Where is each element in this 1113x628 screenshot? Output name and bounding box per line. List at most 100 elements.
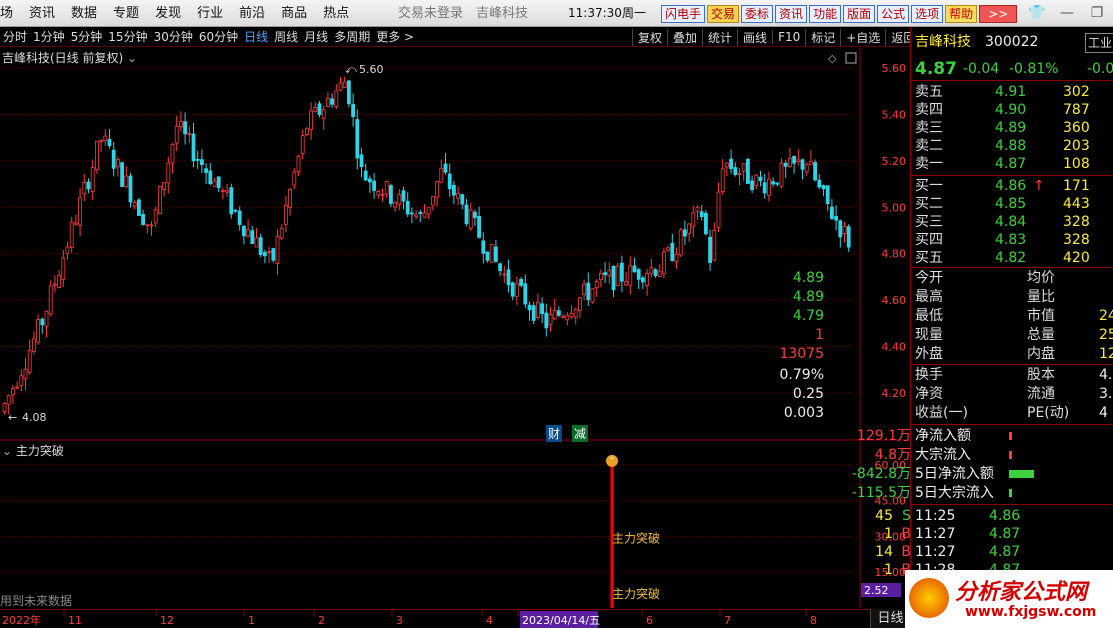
chevron-down-icon[interactable]: ⌄ — [2, 444, 12, 458]
candle — [603, 262, 607, 284]
candle — [346, 79, 351, 108]
quick-button-5[interactable]: 版面 — [843, 5, 876, 23]
date-label: 8 — [810, 614, 817, 627]
candle — [821, 184, 826, 197]
login-status[interactable]: 交易未登录 — [398, 0, 463, 27]
period-tab-1[interactable]: 1分钟 — [30, 28, 68, 45]
period-tab-9[interactable]: 多周期 — [331, 28, 373, 45]
quick-button-9[interactable]: >> — [979, 5, 1018, 23]
candle — [86, 178, 91, 194]
candle — [750, 175, 754, 194]
period-tab-7[interactable]: 周线 — [271, 28, 301, 45]
menu-item-0[interactable]: 场 — [0, 0, 21, 27]
tool-button-5[interactable]: 标记 — [805, 28, 840, 46]
candle-body — [36, 319, 40, 343]
candle — [846, 224, 851, 252]
period-tab-2[interactable]: 5分钟 — [68, 28, 106, 45]
candle-body — [53, 283, 57, 286]
candle — [10, 385, 15, 404]
candle — [502, 265, 507, 283]
indicator-value: 2.52 — [864, 584, 889, 597]
candle — [741, 163, 746, 181]
reduce-holding-tag[interactable]: 减 — [572, 425, 589, 442]
period-tab-6[interactable]: 日线 — [241, 28, 271, 45]
candle — [23, 358, 28, 391]
date-label: 12 — [160, 614, 174, 627]
candle — [57, 270, 61, 289]
candle-body — [720, 168, 725, 192]
candle — [729, 149, 733, 174]
candle — [153, 206, 158, 228]
tool-button-0[interactable]: 复权 — [632, 28, 667, 46]
period-tab-4[interactable]: 30分钟 — [151, 28, 196, 45]
quick-button-3[interactable]: 资讯 — [775, 5, 808, 23]
quick-button-4[interactable]: 功能 — [809, 5, 842, 23]
industry-tag[interactable]: 工业 — [1085, 33, 1113, 53]
period-tab-3[interactable]: 15分钟 — [105, 28, 150, 45]
candle-body — [771, 181, 775, 185]
menu-item-2[interactable]: 数据 — [63, 0, 105, 27]
candle — [384, 180, 389, 199]
stat-value: 4.79 — [792, 308, 824, 324]
tick-price: 4.87 — [989, 544, 1021, 560]
period-tab-8[interactable]: 月线 — [301, 28, 331, 45]
candle-body — [351, 103, 356, 117]
tool-button-6[interactable]: +自选 — [840, 28, 885, 46]
tool-button-2[interactable]: 统计 — [702, 28, 737, 46]
candle — [254, 228, 259, 248]
quick-button-2[interactable]: 委标 — [741, 5, 774, 23]
quick-button-0[interactable]: 闪电手 — [661, 5, 706, 23]
stat2-label: 换手 — [915, 367, 943, 383]
period-tab-5[interactable]: 60分钟 — [196, 28, 241, 45]
candle — [32, 331, 36, 355]
menu-item-7[interactable]: 商品 — [273, 0, 315, 27]
diamond-icon[interactable]: ◇ — [828, 52, 837, 65]
price-tick-label: 4.60 — [882, 294, 907, 307]
period-tab-0[interactable]: 分时 — [0, 28, 30, 45]
tool-button-3[interactable]: 画线 — [737, 28, 772, 46]
candle-body — [191, 133, 196, 162]
menu-item-1[interactable]: 资讯 — [21, 0, 63, 27]
restore-icon[interactable]: ❐ — [1086, 3, 1108, 23]
quick-button-6[interactable]: 公式 — [877, 5, 910, 23]
tool-button-1[interactable]: 叠加 — [667, 28, 702, 46]
candle-body — [367, 178, 372, 183]
stat2-label-2: 股本 — [1027, 367, 1055, 383]
candle-body — [157, 186, 162, 215]
quick-button-1[interactable]: 交易 — [707, 5, 740, 23]
quick-button-8[interactable]: 帮助 — [945, 5, 978, 23]
candle-body — [363, 170, 368, 181]
period-tab-10[interactable]: 更多 > — [373, 28, 417, 45]
candle — [99, 139, 103, 152]
candle-body — [426, 206, 431, 215]
candle — [149, 221, 154, 236]
finance-tag[interactable]: 财 — [546, 425, 563, 442]
menu-item-4[interactable]: 发现 — [147, 0, 189, 27]
chevron-down-icon[interactable]: ⌄ — [127, 51, 137, 65]
candle-body — [334, 90, 339, 108]
menu-item-5[interactable]: 行业 — [189, 0, 231, 27]
candle — [809, 150, 813, 166]
candle — [582, 279, 586, 301]
candle — [464, 199, 469, 227]
tool-button-4[interactable]: F10 — [772, 30, 805, 44]
maximize-icon[interactable] — [845, 52, 857, 64]
bid-volume: 328 — [1063, 214, 1090, 230]
candle-body — [435, 181, 440, 198]
kline-chart[interactable]: 5.605.405.205.004.804.604.404.2060.0045.… — [0, 48, 910, 608]
candle — [683, 220, 687, 245]
quick-button-7[interactable]: 选项 — [911, 5, 944, 23]
shirt-icon[interactable]: 👕 — [1026, 3, 1048, 23]
candle-body — [174, 125, 179, 144]
minimize-icon[interactable]: — — [1056, 3, 1078, 23]
menu-item-3[interactable]: 专题 — [105, 0, 147, 27]
candle-body — [510, 282, 515, 297]
indicator-title[interactable]: ⌄ 主力突破 — [2, 442, 64, 459]
candle — [359, 148, 364, 178]
menu-item-6[interactable]: 前沿 — [231, 0, 273, 27]
candle-body — [590, 288, 595, 303]
period-label[interactable]: 日线 — [870, 609, 910, 628]
candle — [725, 162, 729, 177]
menu-item-8[interactable]: 热点 — [315, 0, 357, 27]
flow-value: -842.8万 — [851, 466, 911, 482]
